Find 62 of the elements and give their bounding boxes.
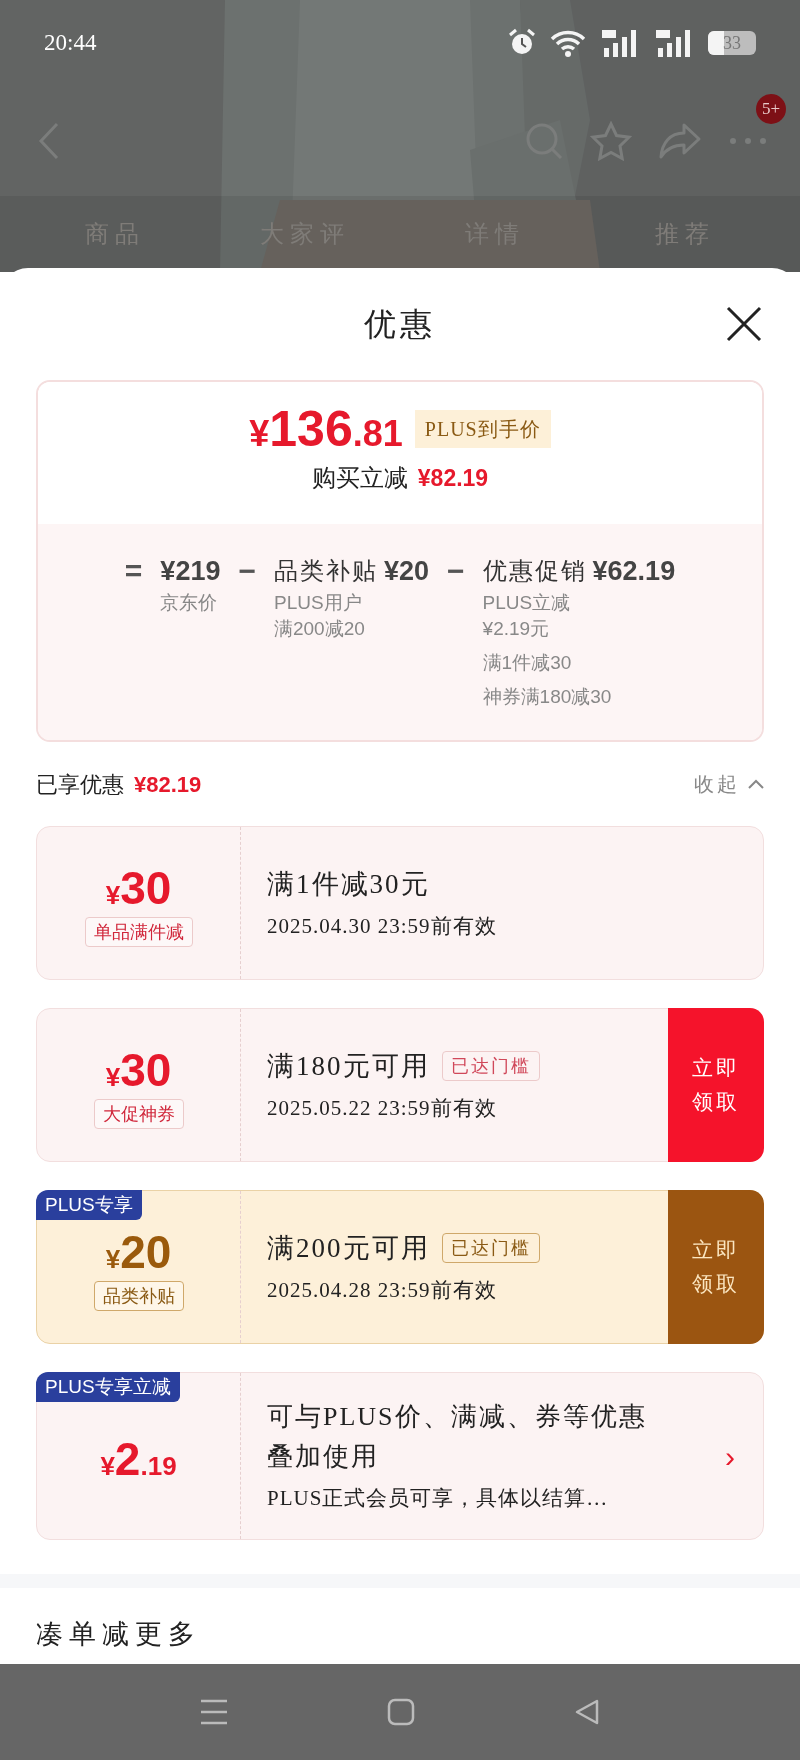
coupon-note: PLUS正式会员可享，具体以结算… [267, 1485, 610, 1513]
coupon-title: 满180元可用 [267, 1050, 430, 1083]
save-amount: ¥82.19 [417, 463, 489, 493]
coupon-card[interactable]: ¥30 单品满件减 满1件减30元 2025.04.30 23:59前有效 [36, 826, 764, 980]
coupon-card[interactable]: PLUS专享 ¥20 品类补贴 满200元可用 已达门槛 2025.04.28 23:59前有效 立即 领取 [36, 1190, 764, 1344]
threshold-tag: 已达门槛 [441, 1051, 540, 1082]
wifi-icon [550, 29, 586, 57]
minus-sign: − [238, 554, 256, 589]
breakdown-label: 品类补贴 [273, 557, 378, 586]
breakdown-label: 优惠促销 [482, 557, 587, 586]
back-icon[interactable] [574, 1698, 601, 1726]
minus-sign: − [447, 554, 465, 589]
coupon-title: 满200元可用 [267, 1232, 430, 1265]
breakdown-note: 满200减20 [273, 617, 366, 641]
breakdown-note: PLUS立减 [482, 591, 572, 615]
coupon-title: 可与PLUS价、满减、券等优惠叠加使用 [267, 1401, 648, 1474]
breakdown-amount: ¥219 [160, 555, 221, 588]
coupon-card[interactable]: ¥30 大促神券 满180元可用 已达门槛 2025.05.22 23:59前有效 立即 领取 [36, 1008, 764, 1162]
breakdown-amount: ¥20 [383, 555, 430, 588]
price-tag: PLUS到手价 [414, 410, 551, 448]
validity-text: 2025.05.22 23:59前有效 [267, 1094, 498, 1122]
coupon-type-tag: 单品满件减 [84, 917, 193, 947]
equals-sign: = [124, 554, 143, 589]
coupon-title: 满1件减30元 [267, 868, 430, 901]
more-icon[interactable] [728, 136, 768, 146]
validity-text: 2025.04.28 23:59前有效 [267, 1276, 498, 1304]
menu-icon[interactable] [199, 1699, 228, 1725]
plus-badge: PLUS专享 [36, 1190, 142, 1220]
claim-button[interactable]: 立即 领取 [668, 1190, 764, 1344]
collapse-button[interactable]: 收起 [694, 769, 764, 799]
coupon-amount: ¥20 [105, 1229, 172, 1275]
enjoyed-label: 已享优惠 [36, 770, 124, 799]
threshold-tag: 已达门槛 [441, 1233, 540, 1264]
close-icon[interactable] [726, 306, 762, 342]
chevron-up-icon [748, 779, 764, 789]
coupon-type-tag: 品类补贴 [93, 1281, 184, 1311]
enjoyed-amount: ¥82.19 [134, 770, 202, 799]
sheet-title: 优惠 [364, 305, 436, 344]
save-label: 购买立减 [311, 463, 408, 493]
breakdown-note: ¥2.19元 [482, 617, 551, 641]
breakdown-amount: ¥62.19 [592, 555, 676, 588]
battery-indicator: 33 [708, 31, 756, 55]
star-icon[interactable] [590, 121, 632, 161]
claim-button[interactable]: 立即 领取 [668, 1008, 764, 1162]
coupon-amount: ¥2.19 [100, 1436, 177, 1482]
breakdown-note: 神券满180减30 [482, 685, 613, 709]
coupon-type-tag: 大促神券 [93, 1099, 184, 1129]
coupon-amount: ¥30 [105, 1047, 172, 1093]
back-icon[interactable] [38, 122, 60, 160]
home-icon[interactable] [387, 1698, 415, 1726]
breakdown-note: 京东价 [160, 591, 219, 615]
share-icon[interactable] [658, 121, 702, 161]
final-price: ¥136.81 [249, 404, 403, 454]
breakdown-note: PLUS用户 [273, 591, 363, 615]
validity-text: 2025.04.30 23:59前有效 [267, 912, 498, 940]
plus-badge: PLUS专享立减 [36, 1372, 180, 1402]
section-heading: 凑单减更多 [36, 1619, 201, 1649]
chevron-icon[interactable]: › [725, 1433, 763, 1479]
coupon-card[interactable]: PLUS专享立减 ¥2.19 可与PLUS价、满减、券等优惠叠加使用 PLUS正式会员可享，具体以结算… › [36, 1372, 764, 1540]
status-time: 20:44 [44, 28, 97, 57]
breakdown-note: 满1件减30 [482, 651, 573, 675]
coupon-amount: ¥30 [105, 865, 172, 911]
